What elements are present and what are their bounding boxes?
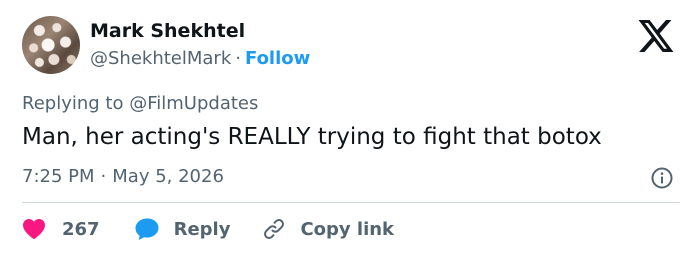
copy-link-button[interactable]: Copy link xyxy=(262,217,394,241)
heart-icon xyxy=(23,219,45,240)
author-name[interactable]: Mark Shekhtel xyxy=(90,20,245,42)
reply-label: Reply xyxy=(173,218,231,240)
author-handle[interactable]: @ShekhtelMark xyxy=(90,48,231,69)
copy-link-label: Copy link xyxy=(300,218,395,240)
like-count: 267 xyxy=(62,218,100,240)
info-icon[interactable] xyxy=(650,166,674,190)
author-handle-line: @ShekhtelMark · Follow xyxy=(90,48,310,69)
replying-to: Replying to @FilmUpdates xyxy=(22,93,258,114)
like-button[interactable]: 267 xyxy=(22,218,100,240)
meta-separator: · xyxy=(100,166,107,187)
follow-button[interactable]: Follow xyxy=(245,48,310,69)
action-bar: 267 Reply Copy link xyxy=(22,214,394,244)
x-logo-icon[interactable] xyxy=(638,20,674,52)
reply-button[interactable]: Reply xyxy=(134,217,231,241)
speech-bubble-icon xyxy=(135,218,159,240)
tweet-date[interactable]: May 5, 2026 xyxy=(112,166,224,187)
divider xyxy=(22,202,680,203)
tweet-time[interactable]: 7:25 PM xyxy=(22,166,95,187)
replying-mention[interactable]: @FilmUpdates xyxy=(129,93,258,114)
avatar[interactable] xyxy=(22,16,80,74)
tweet-text: Man, her acting's REALLY trying to fight… xyxy=(22,124,602,150)
link-icon xyxy=(264,219,285,239)
replying-prefix: Replying to xyxy=(22,93,124,114)
tweet-meta: 7:25 PM · May 5, 2026 xyxy=(22,166,224,187)
separator-dot: · xyxy=(235,48,241,69)
